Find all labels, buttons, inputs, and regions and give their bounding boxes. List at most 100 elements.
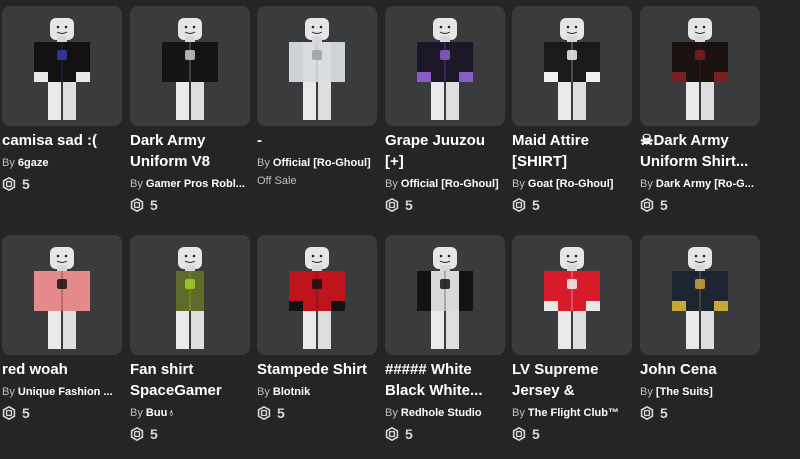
item-creator: By Dark Army [Ro-G... [640,176,760,192]
item-name[interactable]: ☠Dark Army Uniform Shirt... [640,130,760,172]
item-creator: By [The Suits] [640,384,760,400]
item-name[interactable]: red woah [2,359,122,380]
creator-link[interactable]: Blotnik [273,386,310,398]
creator-prefix: By [257,386,270,398]
avatar-preview [289,18,345,120]
creator-prefix: By [2,157,15,169]
item-name[interactable]: Fan shirt SpaceGamer [130,359,250,401]
price-value: 5 [532,197,540,213]
item-name[interactable]: Stampede Shirt [257,359,377,380]
item-thumbnail[interactable] [385,235,505,355]
robux-icon [640,406,654,420]
catalog-item-card[interactable]: Grape Juuzou [+] By Official [Ro-Ghoul] 5 [385,6,505,214]
creator-link[interactable]: Official [Ro-Ghoul] [273,157,371,169]
creator-prefix: By [640,178,653,190]
item-creator: By Goat [Ro-Ghoul] [512,176,632,192]
item-name[interactable]: Grape Juuzou [+] [385,130,505,172]
creator-link[interactable]: Redhole Studio [401,407,482,419]
price-value: 5 [22,176,30,192]
item-name[interactable]: John Cena [640,359,760,380]
creator-link[interactable]: The Flight Club™ [528,407,619,419]
item-thumbnail[interactable] [512,235,632,355]
item-thumbnail[interactable] [640,6,760,126]
price-value: 5 [660,197,668,213]
item-name[interactable]: LV Supreme Jersey & Flight... [512,359,632,401]
robux-icon [257,406,271,420]
item-name[interactable]: ##### White Black White... [385,359,505,401]
item-thumbnail[interactable] [130,235,250,355]
price-value: 5 [277,405,285,421]
item-price: 5 [2,404,122,422]
price-value: 5 [150,426,158,442]
item-thumbnail[interactable] [512,6,632,126]
robux-icon [130,198,144,212]
creator-link[interactable]: Official [Ro-Ghoul] [401,178,499,190]
item-price: 5 [130,196,250,214]
creator-prefix: By [130,407,143,419]
creator-prefix: By [512,178,525,190]
creator-prefix: By [640,386,653,398]
creator-link[interactable]: Buu♁ [146,407,176,419]
off-sale-label: Off Sale [257,175,297,187]
avatar-preview [162,18,218,120]
avatar-preview [289,247,345,349]
creator-prefix: By [257,157,270,169]
item-name[interactable]: Maid Attire [SHIRT] [512,130,632,172]
avatar-preview [34,18,90,120]
catalog-item-card[interactable]: Stampede Shirt By Blotnik 5 [257,235,377,422]
item-price: 5 [512,196,632,214]
catalog-item-card[interactable]: red woah By Unique Fashion ... 5 [2,235,122,422]
avatar-preview [34,247,90,349]
catalog-item-card[interactable]: LV Supreme Jersey & Flight... By The Flig… [512,235,632,443]
avatar-preview [417,247,473,349]
creator-link[interactable]: 6gaze [18,157,49,169]
item-name[interactable]: Dark Army Uniform V8 [130,130,250,172]
avatar-preview [544,247,600,349]
item-name[interactable]: - [257,130,377,151]
creator-prefix: By [385,407,398,419]
item-price: 5 [130,425,250,443]
catalog-item-card[interactable]: Dark Army Uniform V8 By Gamer Pros Robl..… [130,6,250,214]
catalog-item-card[interactable]: Maid Attire [SHIRT] By Goat [Ro-Ghoul] 5 [512,6,632,214]
item-price: 5 [385,196,505,214]
catalog-item-card[interactable]: ##### White Black White... By Redhole Stu… [385,235,505,443]
item-thumbnail[interactable] [2,235,122,355]
price-value: 5 [150,197,158,213]
creator-link[interactable]: Dark Army [Ro-G... [656,178,754,190]
catalog-item-card[interactable]: - By Official [Ro-Ghoul] Off Sale [257,6,377,187]
avatar-preview [672,18,728,120]
item-thumbnail[interactable] [257,6,377,126]
item-creator: By Official [Ro-Ghoul] [257,155,377,171]
item-price: 5 [257,404,377,422]
catalog-item-card[interactable]: John Cena By [The Suits] 5 [640,235,760,422]
creator-link[interactable]: Unique Fashion ... [18,386,113,398]
item-name[interactable]: camisa sad :( [2,130,122,151]
robux-icon [130,427,144,441]
robux-icon [2,177,16,191]
catalog-item-card[interactable]: camisa sad :( By 6gaze 5 [2,6,122,193]
price-value: 5 [405,197,413,213]
robux-icon [512,427,526,441]
creator-link[interactable]: [The Suits] [656,386,713,398]
catalog-item-card[interactable]: ☠Dark Army Uniform Shirt... By Dark Army … [640,6,760,214]
item-creator: By Unique Fashion ... [2,384,122,400]
robux-icon [2,406,16,420]
item-price: 5 [512,425,632,443]
creator-link[interactable]: Gamer Pros Robl... [146,178,245,190]
item-thumbnail[interactable] [640,235,760,355]
avatar-preview [162,247,218,349]
item-thumbnail[interactable] [257,235,377,355]
avatar-preview [544,18,600,120]
robux-icon [385,198,399,212]
creator-prefix: By [2,386,15,398]
item-price: 5 [2,175,122,193]
item-thumbnail[interactable] [385,6,505,126]
robux-icon [512,198,526,212]
catalog-item-card[interactable]: Fan shirt SpaceGamer By Buu♁ 5 [130,235,250,443]
creator-link[interactable]: Goat [Ro-Ghoul] [528,178,614,190]
item-thumbnail[interactable] [130,6,250,126]
robux-icon [640,198,654,212]
item-thumbnail[interactable] [2,6,122,126]
item-creator: By 6gaze [2,155,122,171]
item-price: 5 [640,196,760,214]
